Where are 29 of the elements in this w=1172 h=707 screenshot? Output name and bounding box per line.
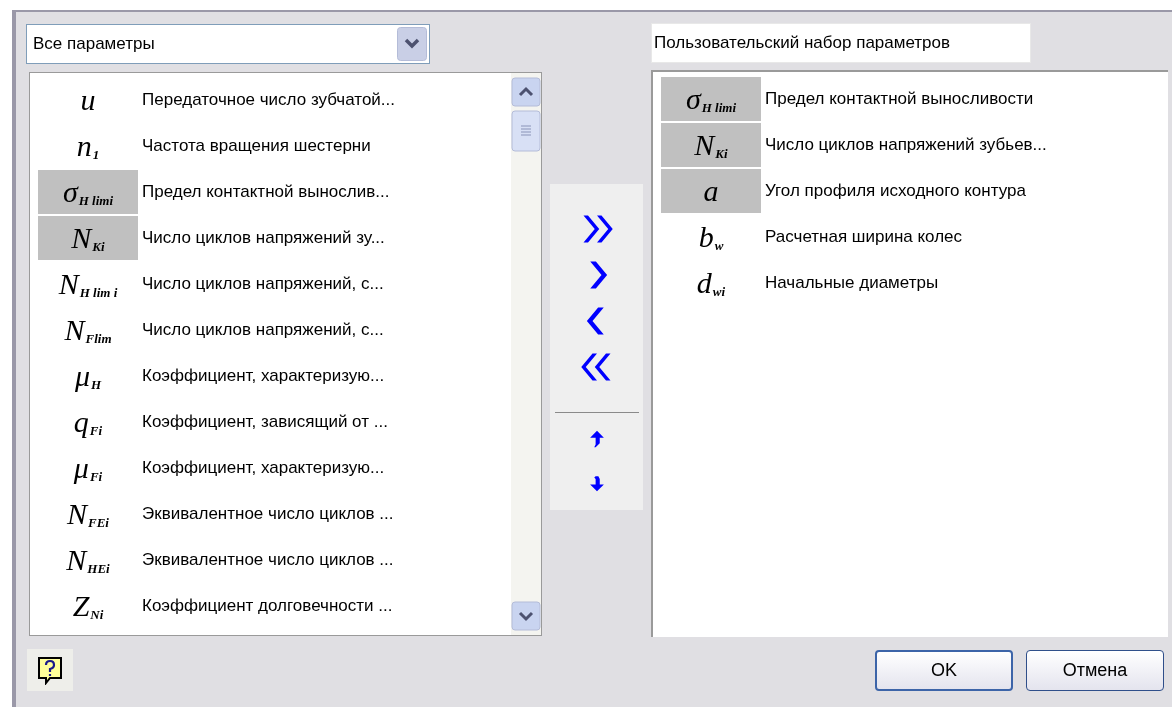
parameter-name[interactable]: Предел контактной вынослив... — [142, 179, 390, 205]
parameter-name[interactable]: Частота вращения шестерни — [142, 133, 371, 159]
dialog-button[interactable]: Отмена — [1026, 649, 1164, 691]
help-icon — [36, 655, 64, 685]
parameter-name[interactable]: Число циклов напряжений зу... — [142, 225, 385, 251]
set-name-field[interactable]: Пользовательский набор параметров — [651, 23, 1031, 63]
parameter-name[interactable]: Начальные диаметры — [765, 270, 939, 296]
filter-select[interactable]: Все параметры — [26, 24, 430, 64]
help-button[interactable] — [27, 649, 73, 691]
parameter-name[interactable]: Коэффициент, характеризую... — [142, 455, 385, 481]
parameter-name[interactable]: Коэффициент, характеризую... — [142, 363, 385, 389]
parameter-symbol: a — [661, 169, 761, 213]
parameter-name[interactable]: Число циклов напряжений, с... — [142, 317, 384, 343]
parameter-name[interactable]: Число циклов напряжений зубьев... — [765, 132, 1047, 158]
parameter-name[interactable]: Эквивалентное число циклов ... — [142, 547, 394, 573]
parameter-name[interactable]: Передаточное число зубчатой... — [142, 87, 396, 113]
parameter-name[interactable]: Коэффициент долговечности ... — [142, 593, 393, 619]
scroll-up-icon[interactable] — [511, 77, 541, 107]
scroll-thumb[interactable] — [511, 110, 541, 152]
scrollbar[interactable] — [511, 73, 541, 635]
parameter-name[interactable]: Эквивалентное число циклов ... — [142, 501, 394, 527]
parameter-name[interactable]: Коэффициент, зависящий от ... — [142, 409, 388, 435]
dialog-button[interactable]: OK — [875, 649, 1013, 691]
parameter-name[interactable]: Предел контактной выносливости — [765, 86, 1034, 112]
parameter-name[interactable]: Расчетная ширина колес — [765, 224, 963, 250]
parameter-name[interactable]: Число циклов напряжений, с... — [142, 271, 384, 297]
parameter-symbol: u — [79, 82, 97, 118]
scroll-down-icon[interactable] — [511, 601, 541, 631]
parameter-name[interactable]: Угол профиля исходного контура — [765, 178, 1026, 204]
